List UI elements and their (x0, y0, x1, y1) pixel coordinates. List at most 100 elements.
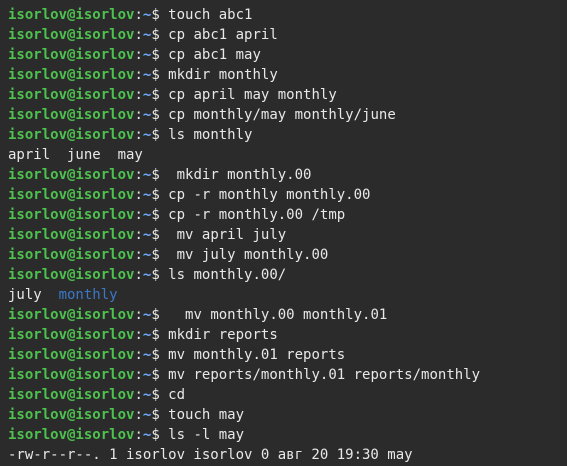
prompt-symbol: $ (151, 7, 160, 23)
prompt-user-host: isorlov@isorlov (8, 207, 135, 223)
prompt-user-host: isorlov@isorlov (8, 267, 135, 283)
prompt-symbol: $ (151, 427, 160, 443)
output-text: july (8, 287, 59, 303)
prompt-user-host: isorlov@isorlov (8, 367, 135, 383)
command-text: mv april july (159, 227, 287, 243)
prompt-separator: : (134, 127, 143, 143)
prompt-user-host: isorlov@isorlov (8, 67, 135, 83)
prompt-symbol: $ (151, 67, 160, 83)
prompt-symbol: $ (151, 187, 160, 203)
prompt-symbol: $ (151, 27, 160, 43)
command-line: isorlov@isorlov:~$ mkdir reports (8, 325, 567, 345)
command-line: isorlov@isorlov:~$ mv july monthly.00 (8, 245, 567, 265)
command-text: ls -l may (159, 427, 245, 443)
prompt-separator: : (134, 27, 143, 43)
command-line: isorlov@isorlov:~$ mv monthly.00 monthly… (8, 305, 567, 325)
directory-name: monthly (58, 287, 118, 303)
prompt-user-host: isorlov@isorlov (8, 87, 135, 103)
command-line: isorlov@isorlov:~$ mv reports/monthly.01… (8, 365, 567, 385)
command-line: isorlov@isorlov:~$ cp monthly/may monthl… (8, 105, 567, 125)
command-text: cp abc1 may (159, 47, 261, 63)
command-text: mv july monthly.00 (159, 247, 329, 263)
prompt-separator: : (134, 207, 143, 223)
prompt-separator: : (134, 87, 143, 103)
prompt-separator: : (134, 387, 143, 403)
command-line: isorlov@isorlov:~$ cd (8, 385, 567, 405)
prompt-symbol: $ (151, 387, 160, 403)
command-text: mv reports/monthly.01 reports/monthly (159, 367, 481, 383)
prompt-symbol: $ (151, 367, 160, 383)
command-text: ls monthly.00/ (159, 267, 287, 283)
command-text: cd (159, 387, 186, 403)
prompt-separator: : (134, 227, 143, 243)
prompt-user-host: isorlov@isorlov (8, 327, 135, 343)
command-text: cp monthly/may monthly/june (159, 107, 396, 123)
prompt-symbol: $ (151, 307, 160, 323)
prompt-separator: : (134, 307, 143, 323)
command-line: isorlov@isorlov:~$ ls -l may (8, 425, 567, 445)
prompt-user-host: isorlov@isorlov (8, 47, 135, 63)
command-line: isorlov@isorlov:~$ cp abc1 may (8, 45, 567, 65)
prompt-user-host: isorlov@isorlov (8, 7, 135, 23)
command-line: isorlov@isorlov:~$ mv april july (8, 225, 567, 245)
command-text: mkdir monthly.00 (159, 167, 312, 183)
command-text: mv monthly.01 reports (159, 347, 346, 363)
output-text: april june may (8, 147, 143, 163)
prompt-user-host: isorlov@isorlov (8, 427, 135, 443)
output-text: -rw-r--r--. 1 isorlov isorlov 0 авг 20 1… (8, 447, 413, 463)
command-line: isorlov@isorlov:~$ cp abc1 april (8, 25, 567, 45)
prompt-user-host: isorlov@isorlov (8, 247, 135, 263)
prompt-user-host: isorlov@isorlov (8, 187, 135, 203)
prompt-separator: : (134, 107, 143, 123)
output-line: july monthly (8, 285, 567, 305)
prompt-separator: : (134, 47, 143, 63)
output-line: april june may (8, 145, 567, 165)
prompt-separator: : (134, 327, 143, 343)
terminal-window[interactable]: isorlov@isorlov:~$ touch abc1 isorlov@iso… (0, 0, 567, 466)
command-line: isorlov@isorlov:~$ mkdir monthly.00 (8, 165, 567, 185)
prompt-separator: : (134, 167, 143, 183)
prompt-symbol: $ (151, 207, 160, 223)
command-line: isorlov@isorlov:~$ cp -r monthly monthly… (8, 185, 567, 205)
prompt-separator: : (134, 407, 143, 423)
prompt-separator: : (134, 7, 143, 23)
command-text: touch abc1 (159, 7, 253, 23)
command-text: cp -r monthly.00 /tmp (159, 207, 346, 223)
prompt-symbol: $ (151, 127, 160, 143)
command-text: cp -r monthly monthly.00 (159, 187, 371, 203)
prompt-separator: : (134, 427, 143, 443)
prompt-symbol: $ (151, 87, 160, 103)
command-line: isorlov@isorlov:~$ cp april may monthly (8, 85, 567, 105)
prompt-separator: : (134, 267, 143, 283)
command-line: isorlov@isorlov:~$ touch abc1 (8, 5, 567, 25)
output-line: -rw-r--r--. 1 isorlov isorlov 0 авг 20 1… (8, 445, 567, 465)
prompt-symbol: $ (151, 227, 160, 243)
command-text: mkdir monthly (159, 67, 278, 83)
command-line: isorlov@isorlov:~$ ls monthly (8, 125, 567, 145)
prompt-user-host: isorlov@isorlov (8, 167, 135, 183)
command-text: mkdir reports (159, 327, 278, 343)
command-line: isorlov@isorlov:~$ ls monthly.00/ (8, 265, 567, 285)
prompt-separator: : (134, 247, 143, 263)
command-text: ls monthly (159, 127, 253, 143)
command-text: cp abc1 april (159, 27, 278, 43)
prompt-symbol: $ (151, 47, 160, 63)
prompt-symbol: $ (151, 247, 160, 263)
command-line: isorlov@isorlov:~$ mv monthly.01 reports (8, 345, 567, 365)
prompt-user-host: isorlov@isorlov (8, 27, 135, 43)
prompt-separator: : (134, 367, 143, 383)
prompt-user-host: isorlov@isorlov (8, 307, 135, 323)
prompt-user-host: isorlov@isorlov (8, 347, 135, 363)
prompt-separator: : (134, 347, 143, 363)
prompt-user-host: isorlov@isorlov (8, 127, 135, 143)
prompt-symbol: $ (151, 107, 160, 123)
prompt-user-host: isorlov@isorlov (8, 407, 135, 423)
prompt-symbol: $ (151, 327, 160, 343)
command-text: touch may (159, 407, 245, 423)
command-text: cp april may monthly (159, 87, 337, 103)
command-line: isorlov@isorlov:~$ cp -r monthly.00 /tmp (8, 205, 567, 225)
command-line: isorlov@isorlov:~$ mkdir monthly (8, 65, 567, 85)
prompt-separator: : (134, 67, 143, 83)
prompt-user-host: isorlov@isorlov (8, 107, 135, 123)
prompt-user-host: isorlov@isorlov (8, 387, 135, 403)
